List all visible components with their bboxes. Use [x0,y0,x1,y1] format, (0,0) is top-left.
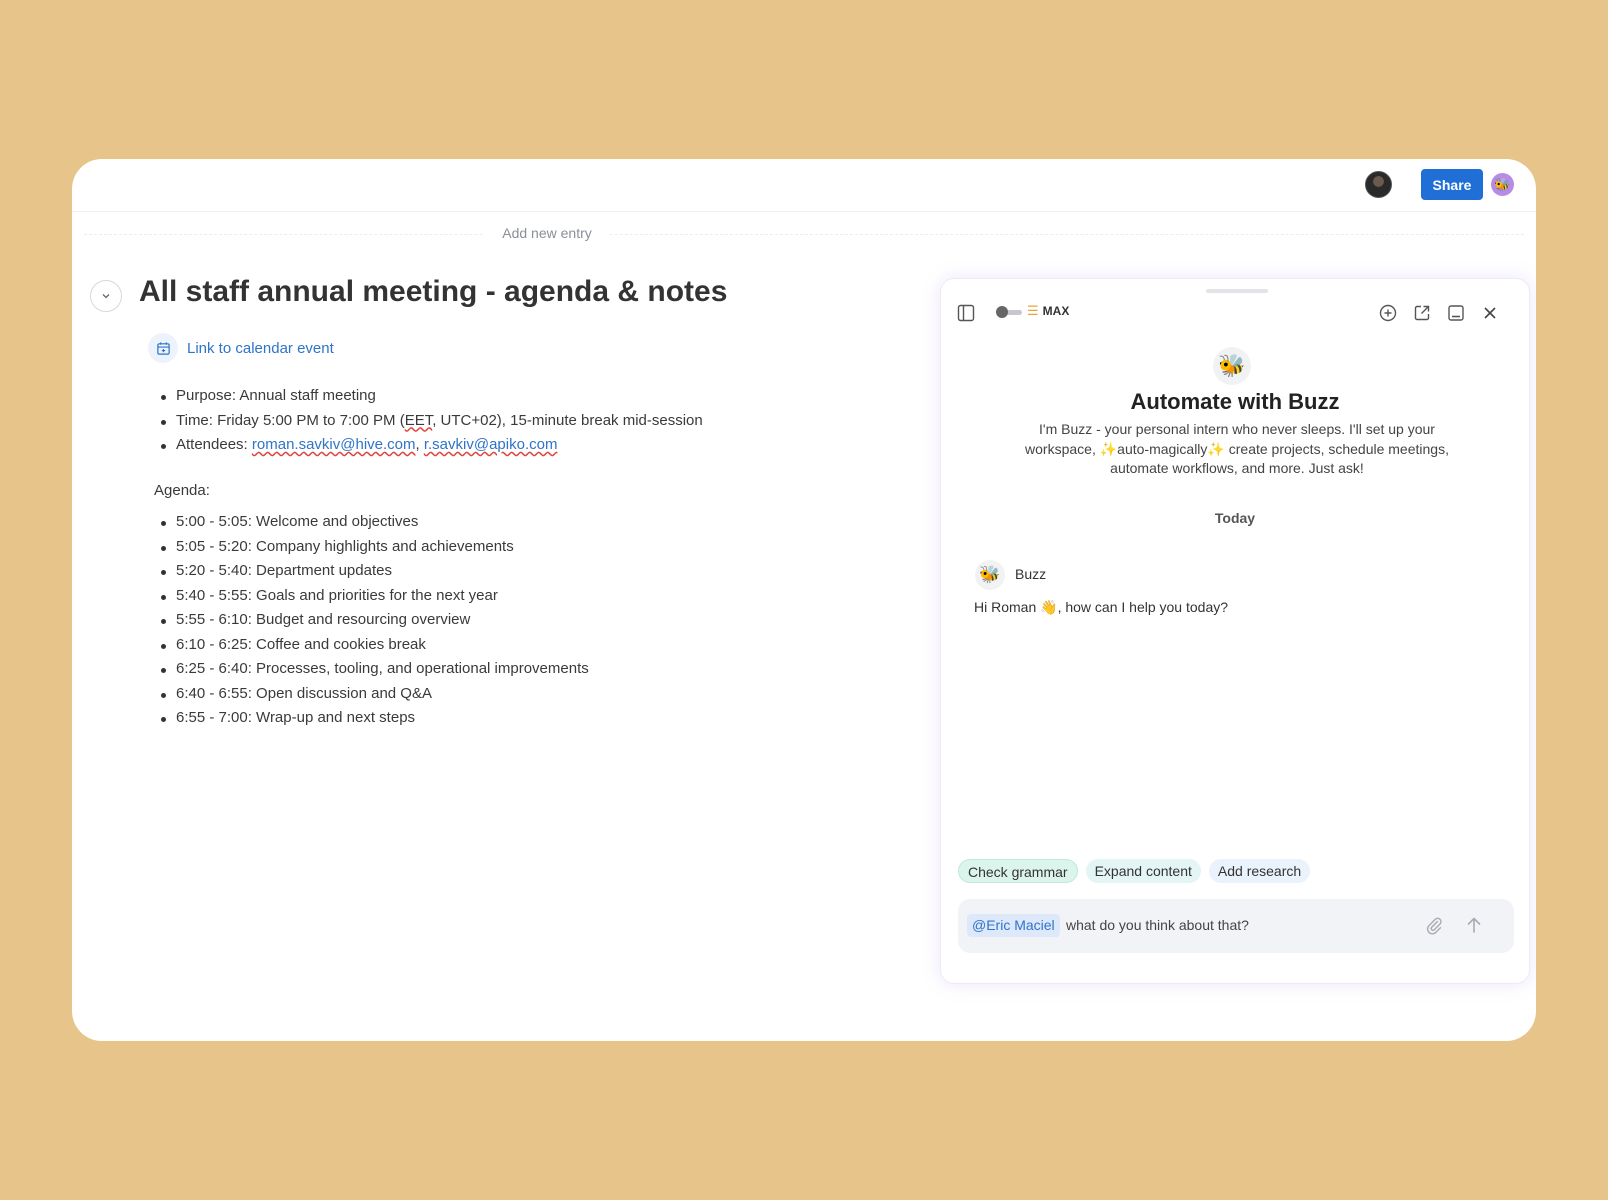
bee-icon: 🐝 [1213,347,1251,385]
separator: , [415,436,424,453]
buzz-panel: ☰ MAX 🐝 Automate with Buzz I'm Buzz - yo… [940,278,1530,984]
top-bar: Share 🐝 [72,159,1536,212]
add-new-entry-button[interactable]: Add new entry [484,225,610,241]
agenda-item[interactable]: 5:05 - 5:20: Company highlights and achi… [161,535,589,560]
purpose-item[interactable]: Purpose: Annual staff meeting [161,384,703,409]
email-link[interactable]: roman.savkiv@hive.com [252,436,416,453]
suggestion-chips: Check grammar Expand content Add researc… [958,859,1311,883]
app-window: Share 🐝 Add new entry All staff annual m… [72,159,1536,1041]
mention-tag[interactable]: @Eric Maciel [967,914,1060,937]
drag-handle[interactable] [1206,289,1268,293]
add-research-chip[interactable]: Add research [1208,859,1311,883]
agenda-item[interactable]: 5:40 - 5:55: Goals and priorities for th… [161,584,589,609]
agenda-item[interactable]: 6:10 - 6:25: Coffee and cookies break [161,633,589,658]
check-grammar-chip[interactable]: Check grammar [958,859,1078,883]
agenda-heading[interactable]: Agenda: [154,482,210,499]
day-separator: Today [1214,510,1256,526]
chevron-down-icon [102,294,110,299]
expand-content-chip[interactable]: Expand content [1085,859,1201,883]
agenda-item[interactable]: 6:40 - 6:55: Open discussion and Q&A [161,682,589,707]
agenda-item[interactable]: 5:00 - 5:05: Welcome and objectives [161,510,589,535]
calendar-event-link[interactable]: Link to calendar event [187,340,334,357]
calendar-icon[interactable] [148,333,178,363]
external-link-icon[interactable] [1411,302,1433,324]
attendees-label: Attendees: [176,436,252,453]
bee-icon[interactable]: 🐝 [1491,173,1514,196]
message-composer[interactable]: @Eric Maciel what do you think about tha… [958,899,1514,953]
message-text: Hi Roman 👋, how can I help you today? [974,599,1229,615]
agenda-item[interactable]: 5:20 - 5:40: Department updates [161,559,589,584]
agenda-item[interactable]: 5:55 - 6:10: Budget and resourcing overv… [161,608,589,633]
mode-toggle[interactable] [996,306,1022,318]
mode-label: MAX [1042,304,1070,318]
menu-lines-icon: ☰ [1027,303,1039,318]
meeting-details: Purpose: Annual staff meeting Time: Frid… [161,384,703,458]
agenda-item[interactable]: 6:55 - 7:00: Wrap-up and next steps [161,706,589,731]
share-button[interactable]: Share [1421,169,1483,200]
collapse-button[interactable] [90,280,122,312]
close-icon[interactable] [1479,302,1501,324]
divider [84,234,1524,235]
plus-circle-icon[interactable] [1377,302,1399,324]
toggle-knob [996,306,1008,318]
time-item[interactable]: Time: Friday 5:00 PM to 7:00 PM (EET, UT… [161,409,703,434]
mode-badge[interactable]: ☰ MAX [1027,303,1069,319]
email-link[interactable]: r.savkiv@apiko.com [424,436,558,453]
buzz-title: Automate with Buzz [1130,389,1340,414]
time-prefix: Time: Friday 5:00 PM to 7:00 PM ( [176,411,405,429]
message-sender: Buzz [1015,566,1047,582]
bee-icon: 🐝 [975,560,1005,590]
minimize-icon[interactable] [1445,302,1467,324]
agenda-item[interactable]: 6:25 - 6:40: Processes, tooling, and ope… [161,657,589,682]
paperclip-icon[interactable] [1424,915,1446,937]
timezone-text: EET [404,411,433,429]
composer-input[interactable]: what do you think about that? [1066,917,1249,933]
avatar[interactable] [1365,171,1392,198]
agenda-list: 5:00 - 5:05: Welcome and objectives 5:05… [161,510,589,731]
sidebar-panel-icon[interactable] [955,302,977,324]
arrow-up-icon[interactable] [1464,915,1486,937]
attendees-item[interactable]: Attendees: roman.savkiv@hive.com, r.savk… [161,433,703,458]
page-title[interactable]: All staff annual meeting - agenda & note… [139,275,727,309]
buzz-description: I'm Buzz - your personal intern who neve… [1025,421,1449,476]
time-suffix: , UTC+02), 15-minute break mid-session [432,411,703,429]
